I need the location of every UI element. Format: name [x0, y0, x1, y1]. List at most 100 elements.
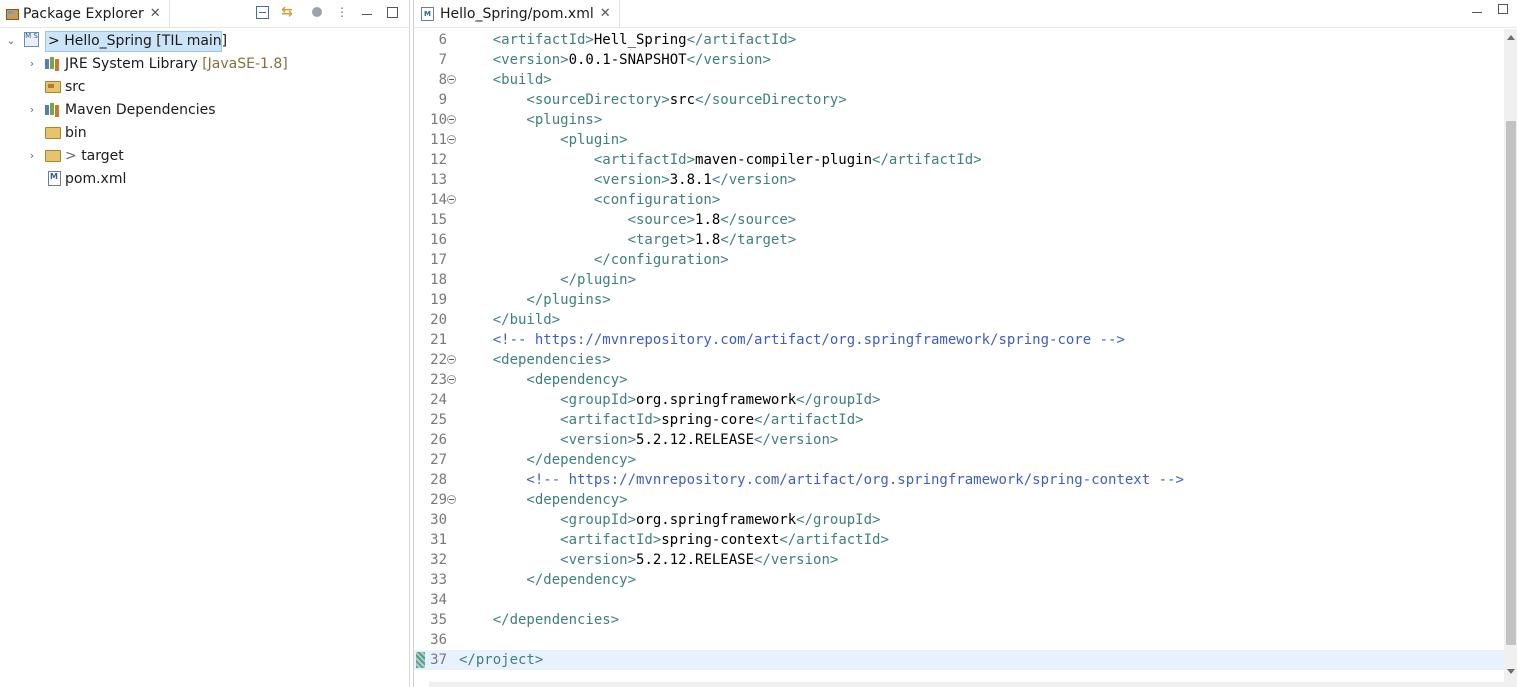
line-number: 35 — [430, 612, 447, 628]
code-line[interactable]: 25 <artifactId>spring-core</artifactId> — [414, 410, 1504, 430]
code-line[interactable]: 31 <artifactId>spring-context</artifactI… — [414, 530, 1504, 550]
xml-text: Hell_Spring — [593, 32, 687, 48]
focus-icon[interactable] — [308, 3, 326, 21]
line-number: 8 — [438, 72, 447, 88]
code-line[interactable]: 24 <groupId>org.springframework</groupId… — [414, 390, 1504, 410]
scroll-up-arrow-icon[interactable] — [1507, 35, 1515, 40]
line-content: <dependency> — [459, 490, 627, 510]
tree-item-bin[interactable]: bin — [0, 121, 409, 144]
code-line[interactable]: 6 <artifactId>Hell_Spring</artifactId> — [414, 30, 1504, 50]
line-number: 14 — [430, 192, 447, 208]
fold-toggle-icon[interactable] — [447, 355, 456, 364]
xml-tag: </dependency> — [459, 452, 637, 468]
fold-toggle-icon[interactable] — [447, 375, 456, 384]
fold-toggle-icon[interactable] — [447, 495, 456, 504]
minimize-icon[interactable] — [1472, 4, 1482, 14]
expanded-chevron-icon[interactable]: ⌄ — [6, 34, 16, 47]
fold-toggle-icon[interactable] — [447, 135, 456, 144]
code-line[interactable]: 15 <source>1.8</source> — [414, 210, 1504, 230]
xml-text: org.springframework — [636, 512, 797, 528]
collapse-all-icon[interactable] — [253, 3, 271, 21]
code-line[interactable]: 18 </plugin> — [414, 270, 1504, 290]
code-line[interactable]: 30 <groupId>org.springframework</groupId… — [414, 510, 1504, 530]
code-line[interactable]: 29 <dependency> — [414, 490, 1504, 510]
tree-item-hello-spring[interactable]: ⌄ M S > Hello_Spring [TIL main] — [0, 29, 409, 52]
fold-toggle-icon[interactable] — [447, 115, 456, 124]
tab-pom-xml[interactable]: M Hello_Spring/pom.xml ✕ — [414, 0, 620, 27]
tab-package-explorer[interactable]: Package Explorer ✕ — [0, 0, 170, 27]
link-with-editor-icon[interactable]: ⇆ — [278, 3, 296, 21]
code-line[interactable]: 37 </project> — [414, 650, 1504, 670]
close-icon[interactable]: ✕ — [600, 7, 611, 20]
xml-tag: </version> — [754, 552, 839, 568]
code-line[interactable]: 19 </plugins> — [414, 290, 1504, 310]
code-line[interactable]: 12 <artifactId>maven-compiler-plugin</ar… — [414, 150, 1504, 170]
code-line[interactable]: 20 </build> — [414, 310, 1504, 330]
vertical-scrollbar[interactable] — [1504, 29, 1517, 687]
tree-item-label: > Hello_Spring [TIL main] — [48, 33, 227, 49]
code-line[interactable]: 16 <target>1.8</target> — [414, 230, 1504, 250]
xml-text: spring-core — [661, 412, 755, 428]
code-line[interactable]: 8 <build> — [414, 70, 1504, 90]
line-number: 12 — [430, 152, 447, 168]
code-line[interactable]: 11 <plugin> — [414, 130, 1504, 150]
code-line[interactable]: 27 </dependency> — [414, 450, 1504, 470]
xml-tag: <target> — [459, 232, 696, 248]
xml-tag: </version> — [711, 172, 797, 188]
xml-text: 5.2.12.RELEASE — [636, 552, 755, 568]
collapsed-chevron-icon[interactable]: › — [27, 57, 37, 70]
maximize-icon[interactable] — [383, 3, 401, 21]
code-area[interactable]: 6 <artifactId>Hell_Spring</artifactId> 7 … — [414, 29, 1504, 687]
package-explorer-view: Package Explorer ✕ ⇆ ⋮ ⌄ M S > Hello_Spr… — [0, 0, 410, 687]
code-line[interactable]: 22 <dependencies> — [414, 350, 1504, 370]
code-line[interactable]: 7 <version>0.0.1-SNAPSHOT</version> — [414, 50, 1504, 70]
fold-toggle-icon[interactable] — [447, 75, 456, 84]
code-line[interactable]: 17 </configuration> — [414, 250, 1504, 270]
code-line[interactable]: 9 <sourceDirectory>src</sourceDirectory> — [414, 90, 1504, 110]
code-line[interactable]: 35 </dependencies> — [414, 610, 1504, 630]
code-line[interactable]: 32 <version>5.2.12.RELEASE</version> — [414, 550, 1504, 570]
view-menu-icon[interactable]: ⋮ — [333, 3, 351, 21]
code-line[interactable]: 13 <version>3.8.1</version> — [414, 170, 1504, 190]
tree-item-pom-xml[interactable]: pom.xml — [0, 167, 409, 190]
tree-item-target[interactable]: › > target — [0, 144, 409, 167]
xml-tag: <version> — [459, 432, 637, 448]
maximize-icon[interactable] — [1498, 4, 1508, 14]
tree-item-src[interactable]: src — [0, 75, 409, 98]
xml-tag: <plugin> — [459, 132, 628, 148]
line-number: 7 — [438, 52, 447, 68]
tree-item-label: Maven Dependencies — [65, 101, 216, 118]
xml-tag: <version> — [459, 552, 637, 568]
minimize-icon[interactable] — [358, 3, 376, 21]
xml-tag: </artifactId> — [686, 32, 797, 48]
code-line[interactable]: 28 <!-- https://mvnrepository.com/artifa… — [414, 470, 1504, 490]
tree-item-maven-dependencies[interactable]: › Maven Dependencies — [0, 98, 409, 121]
xml-tag: </version> — [686, 52, 771, 68]
xml-text: 3.8.1 — [669, 172, 712, 188]
code-line[interactable]: 33 </dependency> — [414, 570, 1504, 590]
tree-item-jre-system-library[interactable]: › JRE System Library [JavaSE-1.8] — [0, 52, 409, 75]
collapsed-chevron-icon[interactable]: › — [27, 149, 37, 162]
close-icon[interactable]: ✕ — [150, 7, 161, 20]
line-content: <version>3.8.1</version> — [459, 170, 796, 190]
horizontal-scrollbar[interactable] — [429, 682, 1504, 687]
tree-item-label: > target — [65, 148, 124, 164]
xml-tag: </plugin> — [459, 272, 637, 288]
code-line[interactable]: 36 — [414, 630, 1504, 650]
line-number: 26 — [430, 432, 447, 448]
jre-version-decoration: [JavaSE-1.8] — [197, 55, 288, 72]
code-line[interactable]: 10 <plugins> — [414, 110, 1504, 130]
collapsed-chevron-icon[interactable]: › — [27, 103, 37, 116]
tab-label: Hello_Spring/pom.xml — [440, 5, 594, 22]
scrollbar-thumb[interactable] — [1506, 121, 1516, 645]
code-line[interactable]: 26 <version>5.2.12.RELEASE</version> — [414, 430, 1504, 450]
code-line[interactable]: 14 <configuration> — [414, 190, 1504, 210]
fold-toggle-icon[interactable] — [447, 195, 456, 204]
line-number: 28 — [430, 472, 447, 488]
code-line[interactable]: 21 <!-- https://mvnrepository.com/artifa… — [414, 330, 1504, 350]
code-line[interactable]: 34 — [414, 590, 1504, 610]
xml-comment: <!-- https://mvnrepository.com/artifact/… — [459, 472, 1184, 488]
scroll-down-arrow-icon[interactable] — [1507, 669, 1515, 674]
line-content: </plugins> — [459, 290, 610, 310]
code-line[interactable]: 23 <dependency> — [414, 370, 1504, 390]
